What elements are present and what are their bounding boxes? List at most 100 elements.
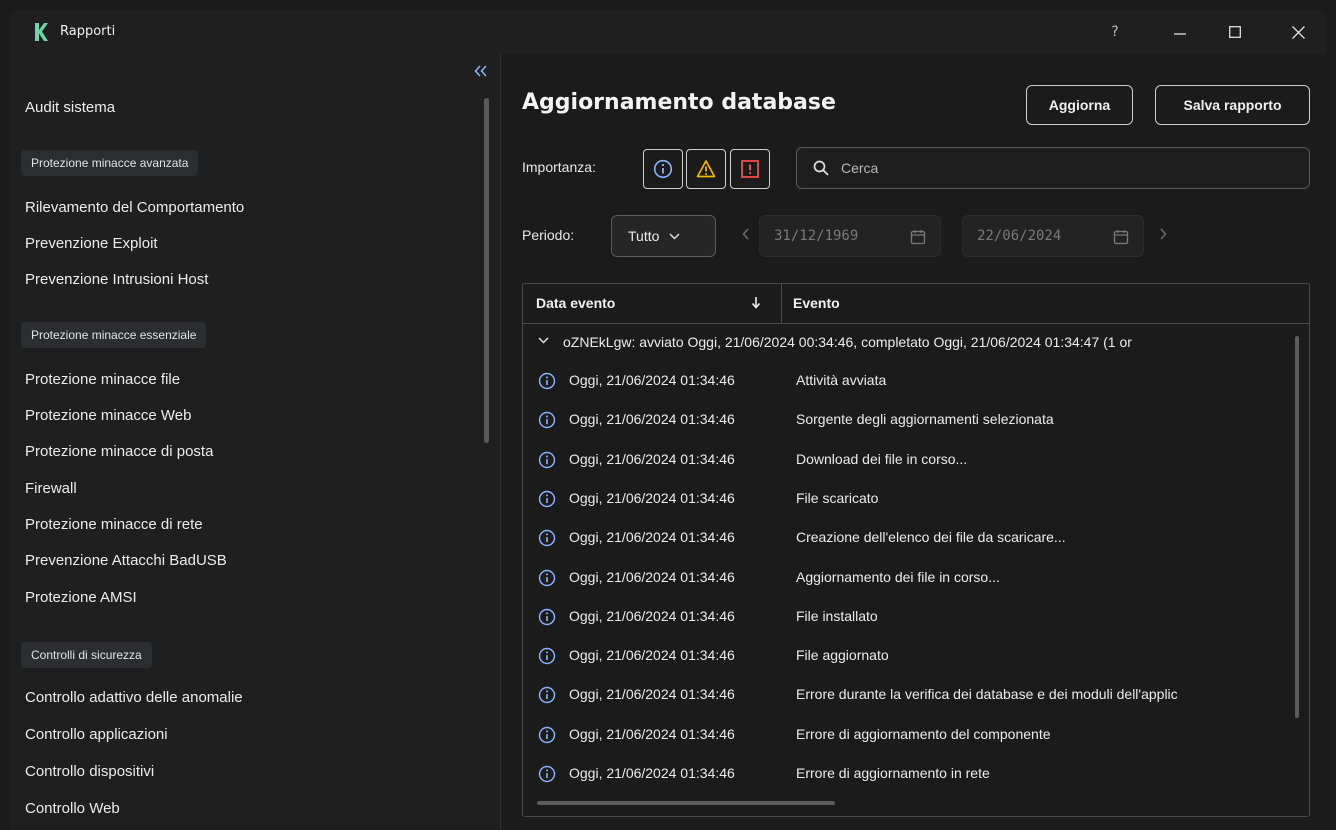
critical-icon <box>741 160 759 178</box>
column-separator[interactable] <box>781 284 782 324</box>
sidebar-item-web-control[interactable]: Controllo Web <box>25 800 120 817</box>
event-description-cell: Errore di aggiornamento in rete <box>796 765 990 781</box>
info-icon <box>538 529 556 547</box>
sidebar-item-behavior-detection[interactable]: Rilevamento del Comportamento <box>25 199 244 216</box>
event-date-cell: Oggi, 21/06/2024 01:34:46 <box>569 647 735 663</box>
window-title: Rapporti <box>60 24 116 39</box>
sidebar-scrollbar[interactable] <box>484 98 489 443</box>
sidebar-item-badusb[interactable]: Prevenzione Attacchi BadUSB <box>25 552 227 569</box>
arrow-down-icon <box>751 297 761 309</box>
event-date-cell: Oggi, 21/06/2024 01:34:46 <box>569 608 735 624</box>
save-report-button[interactable]: Salva rapporto <box>1155 85 1310 125</box>
table-row[interactable]: Oggi, 21/06/2024 01:34:46 Download dei fi… <box>523 441 1309 479</box>
help-button[interactable]: ? <box>1095 16 1135 48</box>
task-group-row[interactable]: oZNEkLgw: avviato Oggi, 21/06/2024 00:34… <box>523 325 1309 361</box>
calendar-icon <box>1113 230 1129 245</box>
column-header-date[interactable]: Data evento <box>536 295 615 311</box>
sidebar-item-web-threat[interactable]: Protezione minacce Web <box>25 407 191 424</box>
collapse-sidebar-button[interactable] <box>469 62 493 82</box>
event-date-cell: Oggi, 21/06/2024 01:34:46 <box>569 490 735 506</box>
event-date-cell: Oggi, 21/06/2024 01:34:46 <box>569 686 735 702</box>
main-panel: Aggiornamento database Aggiorna Salva ra… <box>501 54 1326 830</box>
filter-warning-button[interactable] <box>686 149 726 189</box>
sidebar-item-audit-sistema[interactable]: Audit sistema <box>25 99 115 116</box>
minimize-button[interactable] <box>1160 16 1200 48</box>
date-from-value: 31/12/1969 <box>774 228 859 244</box>
sort-descending-button[interactable] <box>751 296 761 313</box>
sidebar-item-network-threat[interactable]: Protezione minacce di rete <box>25 516 203 533</box>
chevron-down-icon <box>538 337 549 344</box>
info-icon <box>538 451 556 469</box>
table-row[interactable]: Oggi, 21/06/2024 01:34:46 Errore di aggio… <box>523 755 1309 793</box>
sidebar-item-mail-threat[interactable]: Protezione minacce di posta <box>25 443 213 460</box>
period-select[interactable]: Tutto <box>611 215 716 257</box>
task-group-label: oZNEkLgw: avviato Oggi, 21/06/2024 00:34… <box>563 334 1132 350</box>
event-description-cell: Download dei file in corso... <box>796 451 968 467</box>
table-row[interactable]: Oggi, 21/06/2024 01:34:46 Errore di aggio… <box>523 716 1309 754</box>
refresh-button[interactable]: Aggiorna <box>1026 85 1133 125</box>
help-icon: ? <box>1111 24 1119 40</box>
event-date-cell: Oggi, 21/06/2024 01:34:46 <box>569 569 735 585</box>
table-row[interactable]: Oggi, 21/06/2024 01:34:46 File aggiornato <box>523 637 1309 675</box>
info-icon <box>538 372 556 390</box>
table-row[interactable]: Oggi, 21/06/2024 01:34:46 Errore durante … <box>523 676 1309 714</box>
table-vertical-scrollbar[interactable] <box>1295 336 1299 718</box>
event-date-cell: Oggi, 21/06/2024 01:34:46 <box>569 451 735 467</box>
search-box[interactable] <box>796 147 1310 189</box>
sidebar-item-adaptive-anomaly[interactable]: Controllo adattivo delle anomalie <box>25 689 243 706</box>
chevron-down-icon <box>669 232 680 240</box>
table-row[interactable]: Oggi, 21/06/2024 01:34:46 Creazione dell'… <box>523 519 1309 557</box>
sidebar-item-app-control[interactable]: Controllo applicazioni <box>25 726 168 743</box>
event-description-cell: File aggiornato <box>796 647 889 663</box>
event-description-cell: File installato <box>796 608 878 624</box>
events-table: Data evento Evento oZNEkLgw: avviato Ogg… <box>522 283 1310 817</box>
sidebar-item-amsi[interactable]: Protezione AMSI <box>25 589 137 606</box>
info-icon <box>538 765 556 783</box>
info-icon <box>653 159 673 179</box>
event-description-cell: Errore di aggiornamento del componente <box>796 726 1051 742</box>
column-header-event[interactable]: Evento <box>793 295 840 311</box>
double-chevron-left-icon <box>474 65 487 77</box>
info-icon <box>538 490 556 508</box>
event-description-cell: Creazione dell'elenco dei file da scaric… <box>796 529 1066 545</box>
filter-critical-button[interactable] <box>730 149 770 189</box>
table-row[interactable]: Oggi, 21/06/2024 01:34:46 File installato <box>523 598 1309 636</box>
maximize-button[interactable] <box>1215 16 1255 48</box>
sidebar-item-device-control[interactable]: Controllo dispositivi <box>25 763 154 780</box>
info-icon <box>538 608 556 626</box>
table-row[interactable]: Oggi, 21/06/2024 01:34:46 Aggiornamento d… <box>523 559 1309 597</box>
warning-icon <box>696 160 716 178</box>
previous-period-button[interactable] <box>742 224 750 245</box>
maximize-icon <box>1229 26 1241 38</box>
next-period-button[interactable] <box>1159 224 1167 245</box>
table-row[interactable]: Oggi, 21/06/2024 01:34:46 File scaricato <box>523 480 1309 518</box>
date-to-value: 22/06/2024 <box>977 228 1062 244</box>
info-icon <box>538 411 556 429</box>
period-select-value: Tutto <box>628 228 660 244</box>
filter-info-button[interactable] <box>643 149 683 189</box>
period-label: Periodo: <box>522 227 575 243</box>
search-input[interactable] <box>841 157 1291 179</box>
sidebar-item-host-intrusion[interactable]: Prevenzione Intrusioni Host <box>25 271 208 288</box>
table-row[interactable]: Oggi, 21/06/2024 01:34:46 Attività avviat… <box>523 362 1309 400</box>
event-description-cell: Attività avviata <box>796 372 887 388</box>
page-title: Aggiornamento database <box>522 90 836 115</box>
date-from-field[interactable]: 31/12/1969 <box>759 215 941 257</box>
calendar-icon <box>910 230 926 245</box>
sidebar-item-file-threat[interactable]: Protezione minacce file <box>25 371 180 388</box>
close-button[interactable] <box>1278 16 1318 48</box>
info-icon <box>538 726 556 744</box>
event-description-cell: File scaricato <box>796 490 879 506</box>
minimize-icon <box>1174 33 1186 35</box>
sidebar-item-exploit-prevention[interactable]: Prevenzione Exploit <box>25 235 158 252</box>
sidebar-group-essential: Protezione minacce essenziale <box>21 322 207 348</box>
info-icon <box>538 686 556 704</box>
chevron-right-icon <box>1160 228 1167 240</box>
sidebar-item-firewall[interactable]: Firewall <box>25 480 77 497</box>
event-description-cell: Errore durante la verifica dei database … <box>796 686 1178 702</box>
table-row[interactable]: Oggi, 21/06/2024 01:34:46 Sorgente degli … <box>523 401 1309 439</box>
table-horizontal-scrollbar[interactable] <box>537 801 835 805</box>
info-icon <box>538 647 556 665</box>
date-to-field[interactable]: 22/06/2024 <box>962 215 1144 257</box>
table-header: Data evento Evento <box>523 284 1309 324</box>
